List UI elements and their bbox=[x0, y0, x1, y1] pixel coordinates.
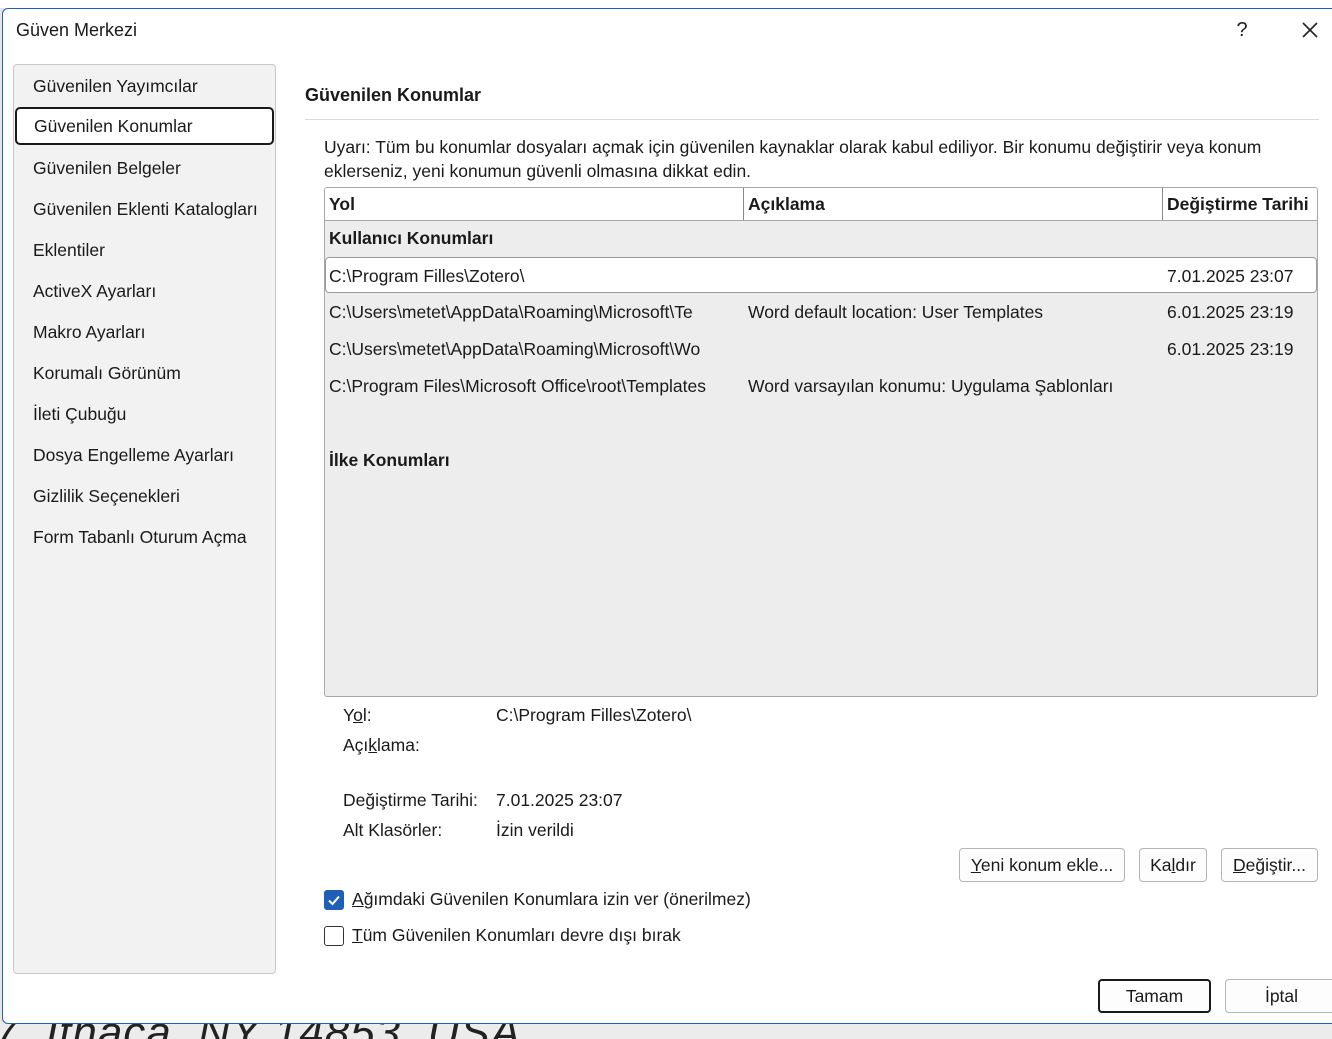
sidebar-item-trusted-addin-catalogs[interactable]: Güvenilen Eklenti Katalogları bbox=[15, 190, 274, 228]
group-user-locations: Kullanıcı Konumları bbox=[329, 228, 494, 248]
group-policy-locations: İlke Konumları bbox=[329, 450, 450, 470]
cell-path: C:\Program Filles\Zotero\ bbox=[329, 266, 525, 286]
close-icon bbox=[1302, 22, 1318, 38]
sidebar-item-activex[interactable]: ActiveX Ayarları bbox=[15, 272, 274, 310]
checkbox-checked[interactable] bbox=[324, 890, 344, 910]
sidebar-item-form-signin[interactable]: Form Tabanlı Oturum Açma bbox=[15, 518, 274, 556]
cell-date bbox=[1167, 368, 1317, 404]
dialog-title: Güven Merkezi bbox=[16, 20, 138, 40]
sidebar-item-trusted-publishers[interactable]: Güvenilen Yayımcılar bbox=[15, 67, 274, 105]
checkbox-label: Tüm Güvenilen Konumları devre dışı bırak bbox=[352, 925, 681, 945]
checkbox-unchecked[interactable] bbox=[324, 926, 344, 946]
column-header-description[interactable]: Açıklama bbox=[744, 188, 1162, 220]
cell-path: C:\Program Files\Microsoft Office\root\T… bbox=[329, 376, 707, 396]
locations-table: Yol Açıklama Değiştirme Tarihi Kullanıcı… bbox=[324, 187, 1318, 697]
sidebar-item-protected-view[interactable]: Korumalı Görünüm bbox=[15, 354, 274, 392]
sidebar-item-macro[interactable]: Makro Ayarları bbox=[15, 313, 274, 351]
trust-center-dialog: Güven Merkezi ? Güvenilen Yayımcılar Güv… bbox=[2, 8, 1332, 1024]
cell-date: 6.01.2025 23:19 bbox=[1167, 339, 1294, 359]
sidebar-item-file-block[interactable]: Dosya Engelleme Ayarları bbox=[15, 436, 274, 474]
sidebar-item-trusted-documents[interactable]: Güvenilen Belgeler bbox=[15, 149, 274, 187]
cell-path: C:\Users\metet\AppData\Roaming\Microsoft… bbox=[329, 339, 701, 359]
detail-subfolders-value: İzin verildi bbox=[496, 820, 574, 840]
table-row[interactable]: C:\Users\metet\AppData\Roaming\Microsoft… bbox=[325, 331, 1317, 367]
detail-path-label: Yol: bbox=[343, 705, 372, 725]
cancel-button[interactable]: İptal bbox=[1225, 979, 1332, 1013]
sidebar-item-privacy[interactable]: Gizlilik Seçenekleri bbox=[15, 477, 274, 515]
table-header: Yol Açıklama Değiştirme Tarihi bbox=[325, 188, 1317, 221]
ok-button[interactable]: Tamam bbox=[1098, 979, 1211, 1013]
table-row[interactable]: C:\Users\metet\AppData\Roaming\Microsoft… bbox=[325, 294, 1317, 330]
checkmark-icon bbox=[328, 895, 340, 906]
background-document-text: 7, Ithaca, NY 14853, USA bbox=[0, 1022, 521, 1039]
add-location-button[interactable]: Yeni konum ekle... bbox=[959, 848, 1125, 882]
cell-date: 6.01.2025 23:19 bbox=[1167, 302, 1294, 322]
modify-button[interactable]: Değiştir... bbox=[1221, 848, 1318, 882]
sidebar-item-message-bar[interactable]: İleti Çubuğu bbox=[15, 395, 274, 433]
warning-text: Uyarı: Tüm bu konumlar dosyaları açmak i… bbox=[324, 137, 1262, 181]
column-header-date[interactable]: Değiştirme Tarihi bbox=[1163, 188, 1317, 220]
cell-description: Word default location: User Templates bbox=[748, 302, 1044, 322]
cell-path: C:\Users\metet\AppData\Roaming\Microsoft… bbox=[329, 302, 693, 322]
background-document-strip: 7, Ithaca, NY 14853, USA bbox=[0, 1022, 1332, 1039]
close-button[interactable] bbox=[1295, 15, 1325, 45]
sidebar-item-trusted-locations[interactable]: Güvenilen Konumlar bbox=[15, 107, 274, 145]
cell-date: 7.01.2025 23:07 bbox=[1167, 266, 1294, 286]
cell-description: Word varsayılan konumu: Uygulama Şablonl… bbox=[748, 376, 1114, 396]
detail-subfolders-label: Alt Klasörler: bbox=[343, 820, 443, 840]
detail-date-label: Değiştirme Tarihi: bbox=[343, 790, 478, 810]
help-button[interactable]: ? bbox=[1227, 15, 1257, 45]
sidebar: Güvenilen Yayımcılar Güvenilen Konumlar … bbox=[13, 64, 276, 974]
checkbox-label: Ağımdaki Güvenilen Konumlara izin ver (ö… bbox=[352, 889, 751, 909]
table-row[interactable]: C:\Program Files\Microsoft Office\root\T… bbox=[325, 368, 1317, 404]
remove-button[interactable]: Kaldır bbox=[1139, 848, 1207, 882]
cell-description bbox=[748, 258, 1162, 294]
detail-path-value: C:\Program Filles\Zotero\ bbox=[496, 705, 692, 725]
title-divider bbox=[305, 119, 1319, 120]
column-header-path[interactable]: Yol bbox=[325, 188, 743, 220]
sidebar-item-addins[interactable]: Eklentiler bbox=[15, 231, 274, 269]
page-title: Güvenilen Konumlar bbox=[305, 85, 482, 105]
cell-description bbox=[748, 331, 1162, 367]
detail-date-value: 7.01.2025 23:07 bbox=[496, 790, 623, 810]
detail-description-label: Açıklama: bbox=[343, 735, 420, 755]
table-row[interactable]: C:\Program Filles\Zotero\ 7.01.2025 23:0… bbox=[325, 257, 1317, 293]
background-window-top bbox=[0, 0, 1332, 8]
